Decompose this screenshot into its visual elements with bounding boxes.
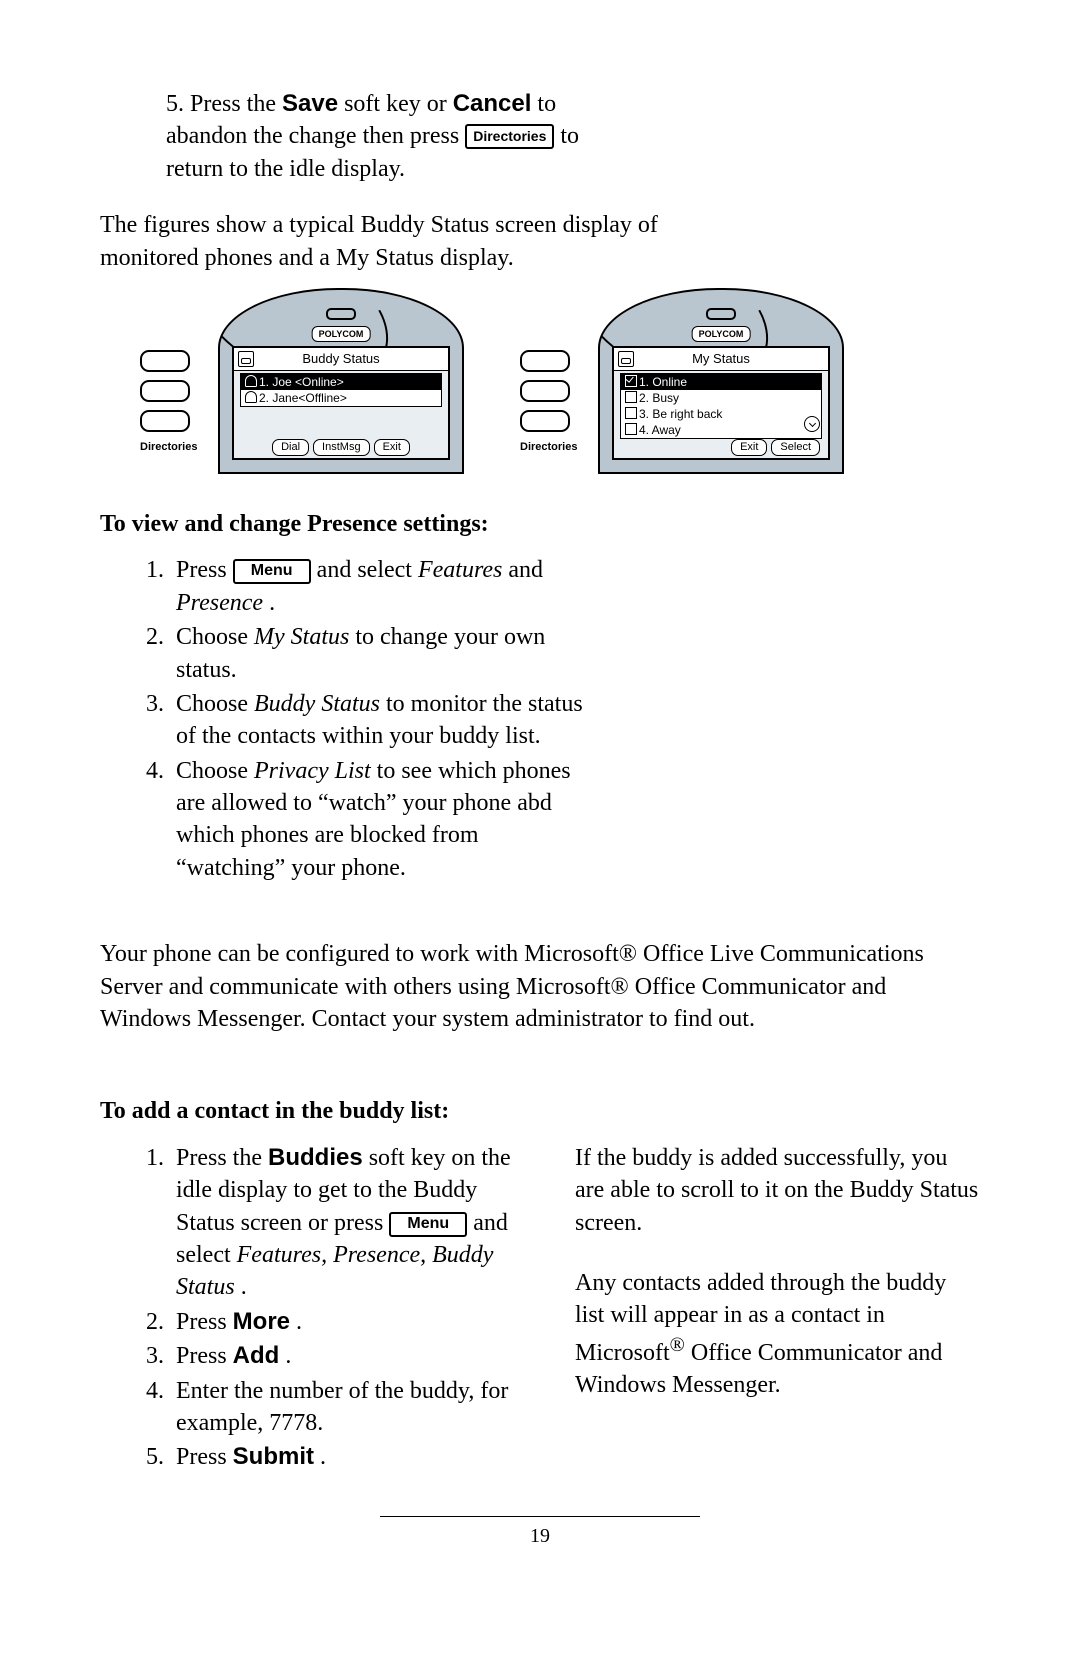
text: 5. Press the [166, 91, 282, 117]
softkey-row: Dial InstMsg Exit [234, 439, 448, 456]
side-button [140, 350, 190, 372]
figure-my-status: Directories POLYCOM My Status 1. Online … [520, 288, 840, 470]
scroll-down-icon [804, 416, 820, 432]
page-number: 19 [100, 1523, 980, 1550]
list-item: Press More . [170, 1306, 535, 1338]
footer-rule [380, 1516, 700, 1517]
side-button [140, 410, 190, 432]
heading-presence: To view and change Presence settings: [100, 508, 980, 540]
figures-caption: The figures show a typical Buddy Status … [100, 209, 660, 274]
side-button [140, 380, 190, 402]
side-buttons [140, 350, 190, 432]
person-icon [245, 375, 257, 387]
list-item: Press Menu and select Features and Prese… [170, 554, 590, 619]
buddy-list: 1. Joe <Online> 2. Jane<Offline> [240, 373, 442, 407]
lcd-screen: My Status 1. Online 2. Busy 3. Be right … [612, 346, 830, 460]
person-icon [245, 391, 257, 403]
polycom-logo: POLYCOM [312, 326, 371, 342]
softkey-exit: Exit [731, 439, 767, 456]
list-item: Press the Buddies soft key on the idle d… [170, 1142, 535, 1304]
checkbox-icon [625, 391, 637, 403]
list-item: 4. Away [621, 422, 821, 438]
side-button [520, 380, 570, 402]
list-item: Enter the number of the buddy, for examp… [170, 1375, 535, 1440]
list-item: 2. Busy [621, 390, 821, 406]
presence-steps: Press Menu and select Features and Prese… [130, 554, 590, 884]
heading-add-contact: To add a contact in the buddy list: [100, 1095, 980, 1127]
polycom-logo: POLYCOM [692, 326, 751, 342]
right-paragraph-1: If the buddy is added successfully, you … [575, 1142, 980, 1239]
figure-buddy-status: Directories POLYCOM Buddy Status 1. Joe … [140, 288, 460, 470]
screen-title: My Status [692, 350, 750, 368]
list-item: 3. Be right back [621, 406, 821, 422]
directories-key-icon: Directories [465, 124, 554, 149]
save-label: Save [282, 90, 338, 117]
speaker-icon [326, 308, 356, 320]
add-contact-columns: Press the Buddies soft key on the idle d… [100, 1142, 980, 1476]
list-item: 2. Jane<Offline> [241, 390, 441, 406]
checkbox-icon [625, 407, 637, 419]
side-button [520, 410, 570, 432]
side-buttons [520, 350, 570, 432]
right-paragraph-2: Any contacts added through the buddy lis… [575, 1267, 980, 1402]
figure-row: Directories POLYCOM Buddy Status 1. Joe … [140, 288, 980, 470]
screen-title-bar: My Status [614, 348, 828, 371]
list-item: 1. Joe <Online> [241, 374, 441, 390]
cancel-label: Cancel [453, 90, 532, 117]
directories-label: Directories [520, 440, 577, 455]
list-item: Choose Privacy List to see which phones … [170, 755, 590, 885]
directories-label: Directories [140, 440, 197, 455]
microsoft-paragraph: Your phone can be configured to work wit… [100, 938, 980, 1035]
list-item: Choose My Status to change your own stat… [170, 621, 590, 686]
softkey-select: Select [771, 439, 820, 456]
softkey-row: Exit Select [614, 439, 828, 456]
step-5-save-cancel: 5. Press the Save soft key or Cancel to … [166, 88, 586, 185]
phone-icon [238, 351, 254, 367]
softkey-exit: Exit [374, 439, 410, 456]
menu-key-icon: Menu [233, 559, 311, 584]
list-item: Choose Buddy Status to monitor the statu… [170, 688, 590, 753]
side-button [520, 350, 570, 372]
lcd-screen: Buddy Status 1. Joe <Online> 2. Jane<Off… [232, 346, 450, 460]
checkbox-icon [625, 423, 637, 435]
text: soft key or [344, 91, 453, 117]
status-list: 1. Online 2. Busy 3. Be right back 4. Aw… [620, 373, 822, 439]
list-item: Press Submit . [170, 1441, 535, 1473]
speaker-icon [706, 308, 736, 320]
softkey-dial: Dial [272, 439, 309, 456]
softkey-instmsg: InstMsg [313, 439, 370, 456]
screen-title: Buddy Status [302, 350, 379, 368]
menu-key-icon: Menu [389, 1212, 467, 1237]
phone-icon [618, 351, 634, 367]
screen-title-bar: Buddy Status [234, 348, 448, 371]
add-steps: Press the Buddies soft key on the idle d… [130, 1142, 535, 1474]
check-icon [625, 375, 637, 387]
list-item: 1. Online [621, 374, 821, 390]
list-item: Press Add . [170, 1340, 535, 1372]
